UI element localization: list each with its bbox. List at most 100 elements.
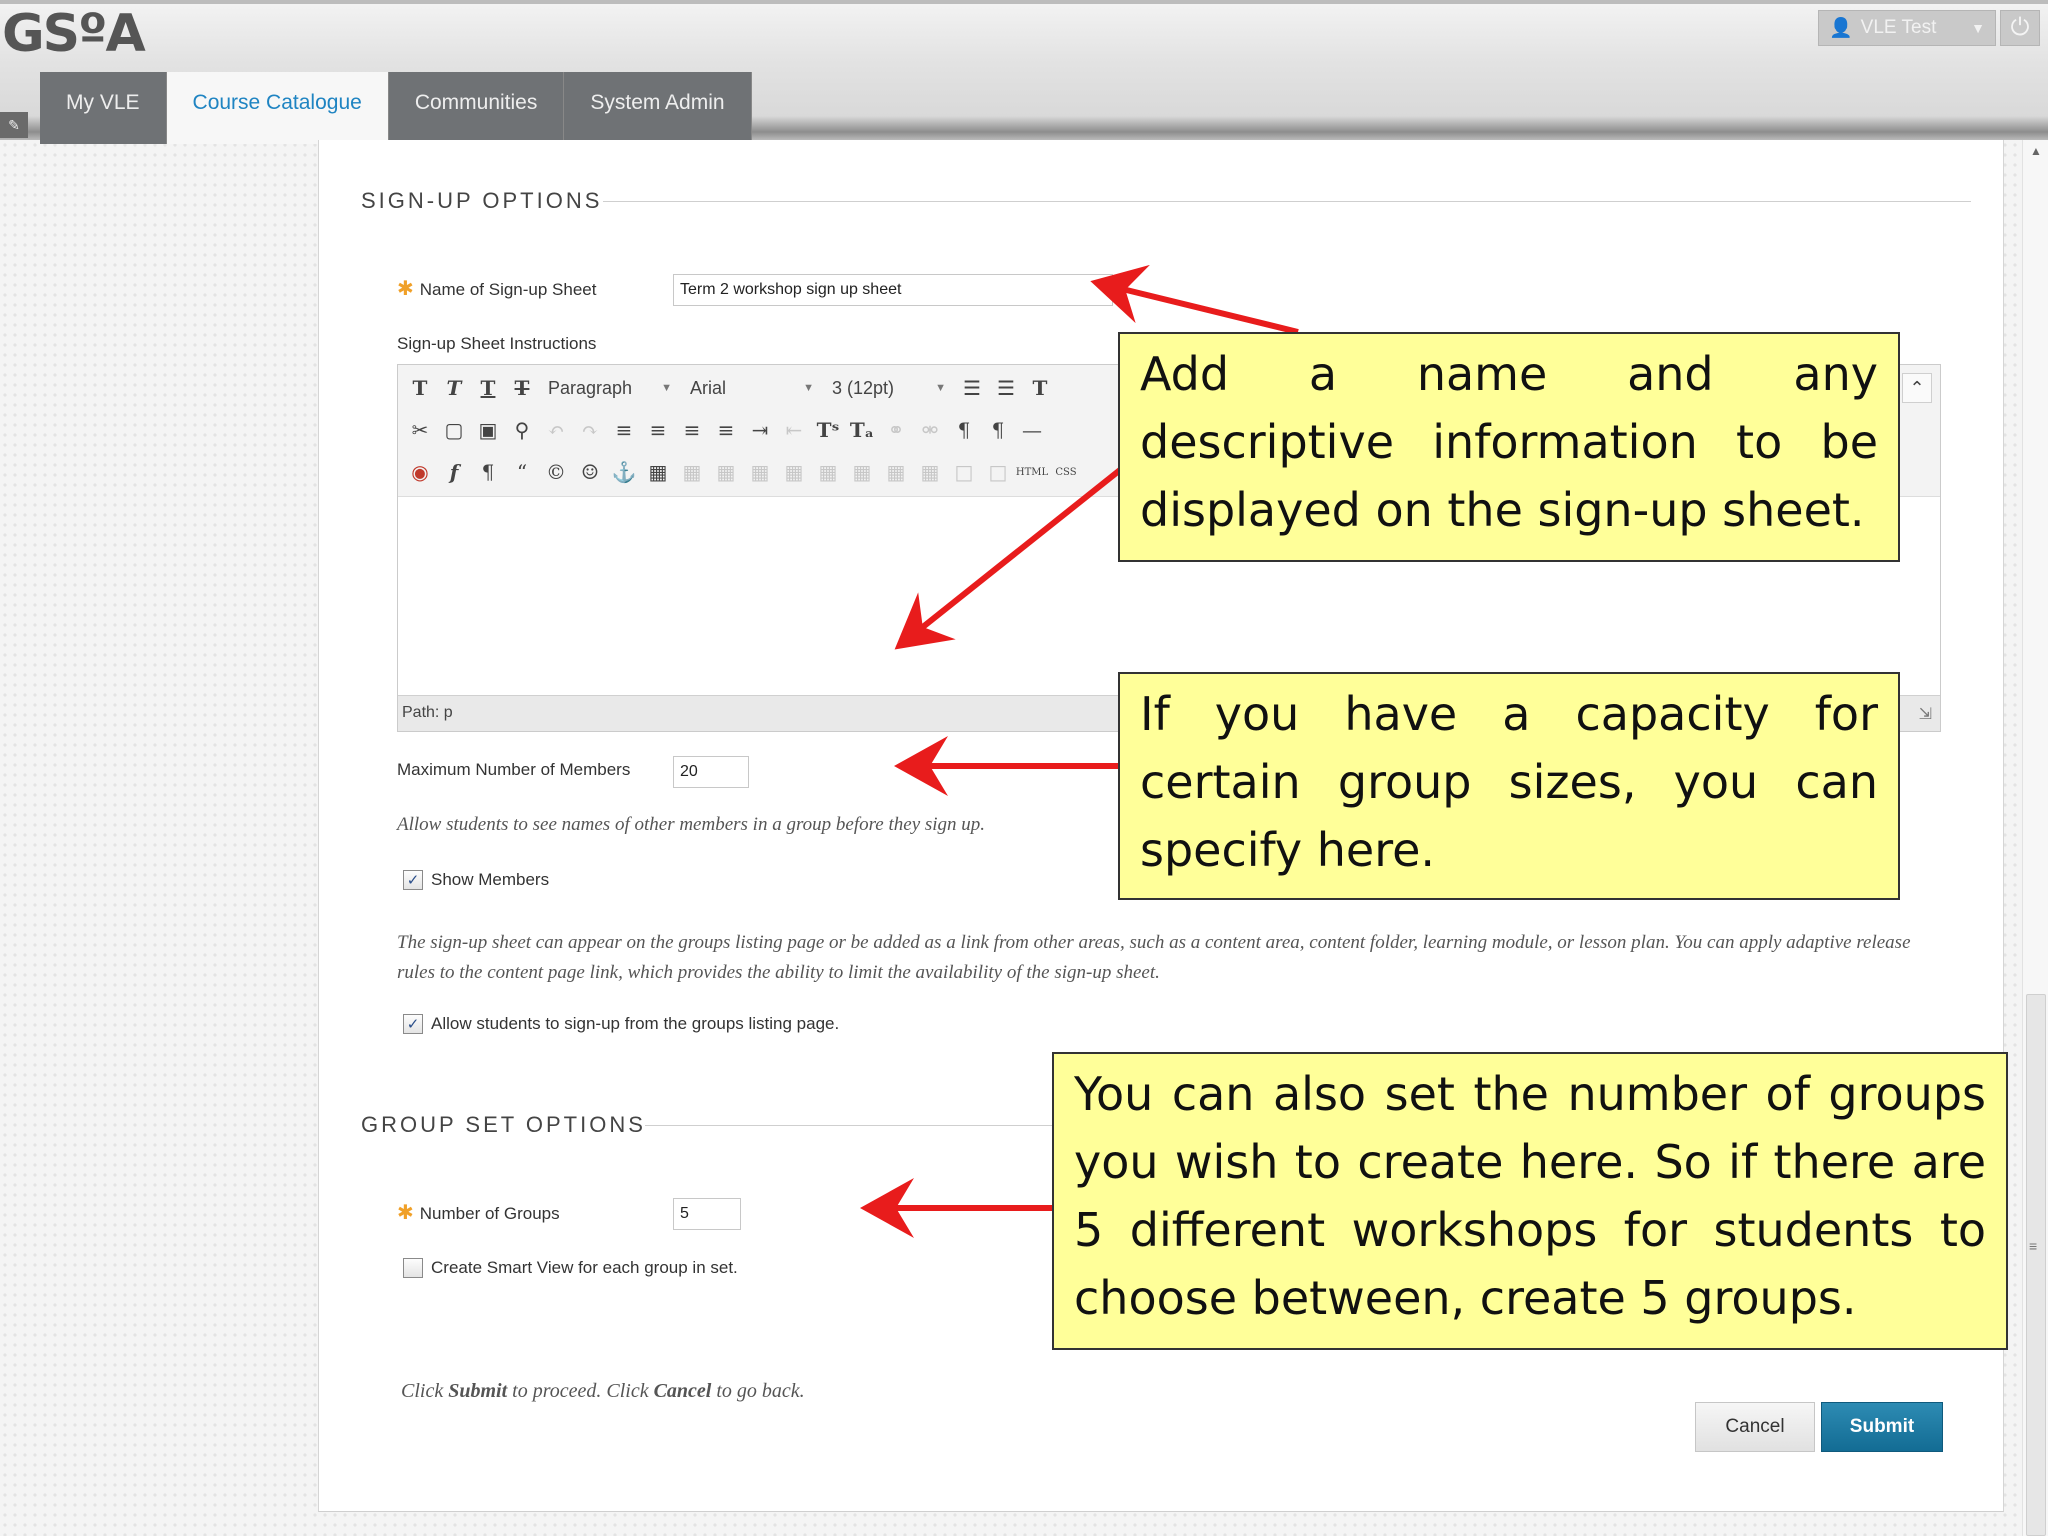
chevron-down-icon: ▼ [803, 382, 814, 394]
bold-icon[interactable]: T [406, 374, 434, 402]
align-center-icon[interactable]: ≡ [644, 416, 672, 444]
callout-groups: You can also set the number of groups yo… [1052, 1052, 2008, 1350]
tab-communities[interactable]: Communities [388, 72, 565, 144]
emoticon-icon[interactable]: ☺ [576, 458, 604, 486]
collapse-toolbar-button[interactable]: ⌃ [1902, 373, 1932, 403]
listing-help: The sign-up sheet can appear on the grou… [397, 932, 1911, 983]
paste-icon[interactable]: ▣ [474, 416, 502, 444]
numbered-list-icon[interactable]: ☰ [992, 374, 1020, 402]
tab-label: My VLE [66, 91, 140, 114]
instruction-text: Click [401, 1380, 449, 1402]
show-members-label: Show Members [431, 870, 550, 889]
ltr-icon[interactable]: ¶ [950, 416, 978, 444]
css-icon[interactable]: CSS [1052, 458, 1080, 486]
required-icon: ✱ [397, 278, 414, 300]
undo-icon[interactable]: ↶ [542, 416, 570, 444]
tab-label: Communities [414, 91, 538, 114]
horizontal-rule-icon[interactable]: — [1018, 416, 1046, 444]
signup-sheet-name-input[interactable]: Term 2 workshop sign up sheet [673, 274, 1113, 306]
cancel-button[interactable]: Cancel [1695, 1402, 1815, 1452]
unlink-icon[interactable]: ⚮ [916, 416, 944, 444]
num-groups-label-text: Number of Groups [419, 1204, 560, 1223]
size-select[interactable]: 3 (12pt) ▼ [826, 374, 952, 402]
merge-cells-icon[interactable]: ▦ [916, 458, 944, 486]
chevron-up-icon: ⌃ [1909, 377, 1925, 398]
redo-icon[interactable]: ↷ [576, 416, 604, 444]
instructions-label: Sign-up Sheet Instructions [397, 334, 597, 353]
cut-icon[interactable]: ✂ [406, 416, 434, 444]
align-left-icon[interactable]: ≡ [610, 416, 638, 444]
font-select[interactable]: Arial ▼ [684, 374, 820, 402]
table-row-icon[interactable]: ▦ [678, 458, 706, 486]
anchor-icon[interactable]: ⚓ [610, 458, 638, 486]
layer-icon[interactable]: □ [984, 458, 1012, 486]
logout-button[interactable]: ⏻ [2000, 10, 2040, 46]
max-members-input[interactable]: 20 [673, 756, 749, 788]
name-label-text: Name of Sign-up Sheet [419, 280, 597, 299]
insert-row-icon[interactable]: ▦ [780, 458, 808, 486]
delete-col-icon[interactable]: ▦ [882, 458, 910, 486]
indent-icon[interactable]: ⇥ [746, 416, 774, 444]
insert-col-icon[interactable]: ▦ [848, 458, 876, 486]
superscript-icon[interactable]: Tˢ [814, 416, 842, 444]
outdent-icon[interactable]: ⇤ [780, 416, 808, 444]
tab-my-vle[interactable]: My VLE [40, 72, 167, 144]
power-icon: ⏻ [2010, 14, 2030, 41]
max-members-label: Maximum Number of Members [397, 760, 631, 779]
allow-signup-checkbox[interactable]: ✓ [403, 1014, 423, 1034]
resize-grip-icon[interactable]: ⇲ [1919, 704, 1932, 724]
table-col-icon[interactable]: ▦ [712, 458, 740, 486]
copy-icon[interactable]: ▢ [440, 416, 468, 444]
chevron-down-icon: ▼ [661, 382, 672, 394]
quote-icon[interactable]: “ [508, 458, 536, 486]
table-icon[interactable]: ▦ [644, 458, 672, 486]
toolbar-row-1: T T T T Paragraph ▼ Arial ▼ 3 (12pt) ▼ ☰ ☰ … [406, 369, 1054, 407]
split-cells-icon[interactable]: □ [950, 458, 978, 486]
text-color-icon[interactable]: T [1026, 374, 1054, 402]
show-members-checkbox[interactable]: ✓ [403, 870, 423, 890]
page-scrollbar[interactable]: ▲ ≡ [2022, 140, 2048, 1536]
subscript-icon[interactable]: Tₐ [848, 416, 876, 444]
find-icon[interactable]: ⚲ [508, 416, 536, 444]
num-groups-label: ✱ Number of Groups [397, 1200, 560, 1225]
num-groups-input[interactable]: 5 [673, 1198, 741, 1230]
table-cell-icon[interactable]: ▦ [746, 458, 774, 486]
user-menu[interactable]: 👤 VLE Test ▼ [1818, 10, 1996, 46]
toolbar-row-3: ◉ f ¶ “ © ☺ ⚓ ▦ ▦ ▦ ▦ ▦ ▦ ▦ ▦ ▦ □ □ HTML… [406, 453, 1080, 491]
group-set-options-title: GROUP SET OPTIONS [361, 1112, 646, 1137]
smart-view-checkbox[interactable] [403, 1258, 423, 1278]
justify-icon[interactable]: ≡ [712, 416, 740, 444]
format-select-value: Paragraph [548, 377, 633, 398]
delete-row-icon[interactable]: ▦ [814, 458, 842, 486]
math-icon[interactable]: f [440, 458, 468, 486]
underline-icon[interactable]: T [474, 374, 502, 402]
instruction-text: to proceed. Click [507, 1380, 654, 1402]
smart-view-row: Create Smart View for each group in set. [403, 1258, 738, 1278]
scroll-grip-icon: ≡ [2029, 1238, 2038, 1254]
submit-button[interactable]: Submit [1821, 1402, 1943, 1452]
tab-system-admin[interactable]: System Admin [564, 72, 752, 144]
top-header: GSºA 👤 VLE Test ▼ ⏻ ✎ My VLE Course Cata… [0, 0, 2048, 144]
tab-course-catalogue[interactable]: Course Catalogue [166, 72, 389, 144]
scroll-up-icon[interactable]: ▲ [2023, 144, 2048, 166]
spellcheck-icon[interactable]: ◉ [406, 458, 434, 486]
user-name: VLE Test [1860, 17, 1937, 38]
strikethrough-icon[interactable]: T [508, 374, 536, 402]
align-right-icon[interactable]: ≡ [678, 416, 706, 444]
edit-mode-toggle[interactable]: ✎ [0, 112, 28, 138]
link-icon[interactable]: ⚭ [882, 416, 910, 444]
allow-signup-row: ✓ Allow students to sign-up from the gro… [403, 1014, 839, 1034]
bullet-list-icon[interactable]: ☰ [958, 374, 986, 402]
paragraph-icon[interactable]: ¶ [474, 458, 502, 486]
rtl-icon[interactable]: ¶ [984, 416, 1012, 444]
show-members-row: ✓ Show Members [403, 870, 549, 890]
scroll-thumb[interactable] [2026, 994, 2046, 1536]
callout-name-info: Add a name and any descriptive informati… [1118, 332, 1900, 562]
html-icon[interactable]: HTML [1016, 458, 1048, 486]
italic-icon[interactable]: T [440, 374, 468, 402]
copyright-icon[interactable]: © [542, 458, 570, 486]
format-select[interactable]: Paragraph ▼ [542, 374, 678, 402]
pencil-icon: ✎ [8, 116, 20, 133]
site-logo[interactable]: GSºA [2, 4, 146, 64]
font-select-value: Arial [690, 377, 727, 398]
